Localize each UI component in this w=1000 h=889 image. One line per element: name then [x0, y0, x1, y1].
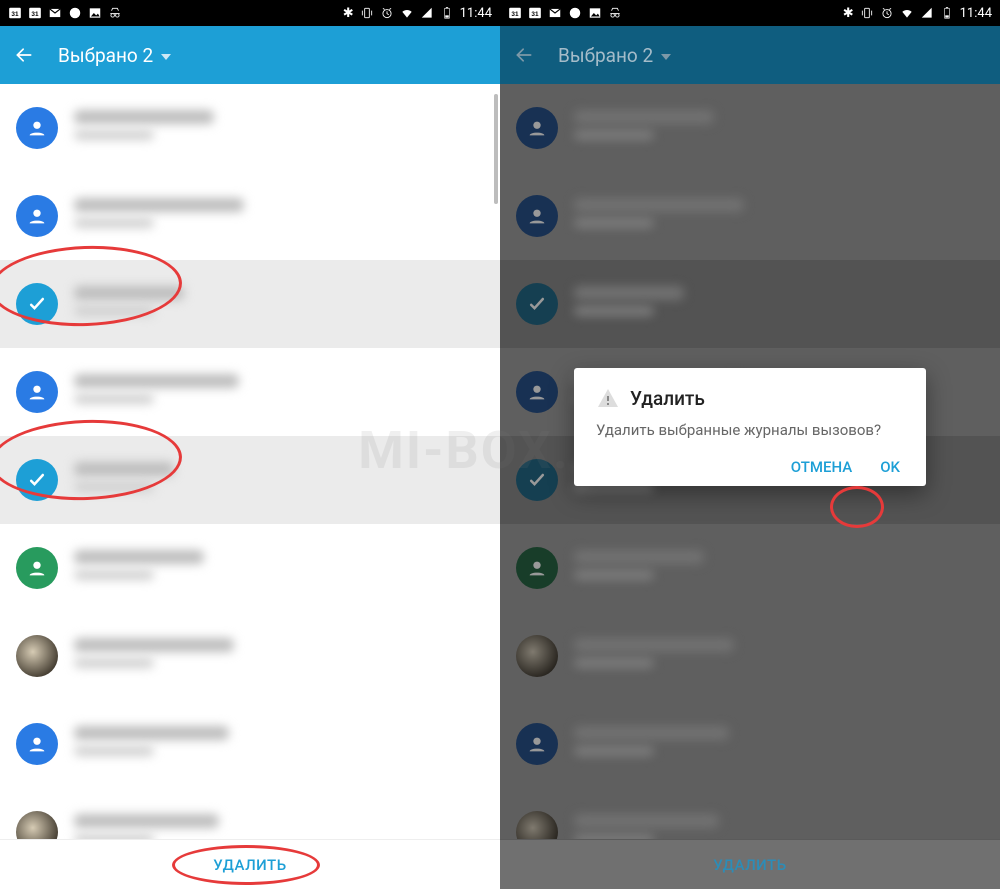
dialog-ok-button[interactable]: OK	[880, 458, 900, 476]
warning-icon	[596, 386, 620, 410]
back-button[interactable]	[514, 45, 534, 65]
appbar-title-text: Выбрано 2	[558, 44, 653, 67]
list-item[interactable]	[0, 788, 500, 839]
vibrate-icon	[360, 6, 374, 20]
incognito-icon	[608, 6, 622, 20]
contact-photo-avatar	[16, 811, 58, 839]
list-item	[500, 700, 1000, 788]
contact-avatar-icon	[516, 107, 558, 149]
contact-avatar-icon	[16, 371, 58, 413]
smiley-icon	[68, 6, 82, 20]
statusbar-time: 11:44	[460, 6, 492, 21]
contact-photo-avatar	[516, 635, 558, 677]
cell-icon	[920, 6, 934, 20]
back-button[interactable]	[14, 45, 34, 65]
status-bar: 31 31 ✱ 11:44	[0, 0, 500, 26]
calendar-31-icon: 31	[508, 6, 522, 20]
selected-check-icon	[516, 283, 558, 325]
contact-avatar-icon	[516, 723, 558, 765]
list-item[interactable]	[0, 436, 500, 524]
statusbar-right: ✱ 11:44	[843, 6, 992, 21]
delete-button[interactable]: УДАЛИТЬ	[213, 856, 286, 874]
battery-icon	[440, 6, 454, 20]
list-item	[500, 260, 1000, 348]
selected-check-icon	[16, 283, 58, 325]
selection-count-dropdown[interactable]: Выбрано 2	[558, 44, 671, 67]
app-bar: Выбрано 2	[0, 26, 500, 84]
svg-text:31: 31	[511, 11, 519, 18]
wifi-icon	[900, 6, 914, 20]
delete-button: УДАЛИТЬ	[713, 856, 786, 874]
calendar-31-icon: 31	[8, 6, 22, 20]
app-bar: Выбрано 2	[500, 26, 1000, 84]
appbar-title-text: Выбрано 2	[58, 44, 153, 67]
contact-avatar-icon	[16, 723, 58, 765]
picture-icon	[588, 6, 602, 20]
bluetooth-icon: ✱	[843, 7, 854, 20]
selected-check-icon	[516, 459, 558, 501]
svg-text:31: 31	[31, 11, 39, 18]
scrollbar[interactable]	[494, 94, 498, 204]
contact-avatar-icon	[516, 371, 558, 413]
list-item	[500, 84, 1000, 172]
call-log-list[interactable]	[0, 84, 500, 839]
statusbar-left: 31 31	[8, 6, 122, 20]
list-item[interactable]	[0, 260, 500, 348]
selected-check-icon	[16, 459, 58, 501]
alarm-icon	[880, 6, 894, 20]
dialog-title: Удалить	[630, 387, 705, 410]
contact-photo-avatar	[516, 811, 558, 839]
picture-icon	[88, 6, 102, 20]
statusbar-time: 11:44	[960, 6, 992, 21]
phone-right: 31 31 ✱ 11:44 Выбрано 2	[500, 0, 1000, 889]
selection-count-dropdown[interactable]: Выбрано 2	[58, 44, 171, 67]
svg-text:31: 31	[531, 11, 539, 18]
bluetooth-icon: ✱	[343, 7, 354, 20]
list-item[interactable]	[0, 172, 500, 260]
calendar-31-icon: 31	[528, 6, 542, 20]
list-item[interactable]	[0, 84, 500, 172]
contact-avatar-icon	[16, 107, 58, 149]
contact-avatar-icon	[516, 547, 558, 589]
alarm-icon	[380, 6, 394, 20]
confirm-delete-dialog: Удалить Удалить выбранные журналы вызово…	[574, 368, 926, 486]
status-bar: 31 31 ✱ 11:44	[500, 0, 1000, 26]
wifi-icon	[400, 6, 414, 20]
chevron-down-icon	[661, 44, 671, 67]
battery-icon	[940, 6, 954, 20]
contact-avatar-icon	[516, 195, 558, 237]
list-item	[500, 172, 1000, 260]
chevron-down-icon	[161, 44, 171, 67]
phone-left: 31 31 ✱ 11:44 Выбрано 2	[0, 0, 500, 889]
contact-photo-avatar	[16, 635, 58, 677]
smiley-icon	[568, 6, 582, 20]
list-item[interactable]	[0, 612, 500, 700]
statusbar-right: ✱ 11:44	[343, 6, 492, 21]
bottom-action-bar: УДАЛИТЬ	[500, 839, 1000, 889]
statusbar-left: 31 31	[508, 6, 622, 20]
contact-avatar-icon	[16, 547, 58, 589]
vibrate-icon	[860, 6, 874, 20]
contact-avatar-icon	[16, 195, 58, 237]
list-item[interactable]	[0, 700, 500, 788]
gmail-icon	[48, 6, 62, 20]
list-item	[500, 788, 1000, 839]
list-item[interactable]	[0, 524, 500, 612]
dialog-cancel-button[interactable]: ОТМЕНА	[791, 458, 852, 476]
calendar-31-icon: 31	[28, 6, 42, 20]
cell-icon	[420, 6, 434, 20]
svg-text:31: 31	[11, 11, 19, 18]
incognito-icon	[108, 6, 122, 20]
list-item	[500, 524, 1000, 612]
gmail-icon	[548, 6, 562, 20]
bottom-action-bar: УДАЛИТЬ	[0, 839, 500, 889]
list-item	[500, 612, 1000, 700]
list-item[interactable]	[0, 348, 500, 436]
dialog-message: Удалить выбранные журналы вызовов?	[596, 420, 904, 440]
